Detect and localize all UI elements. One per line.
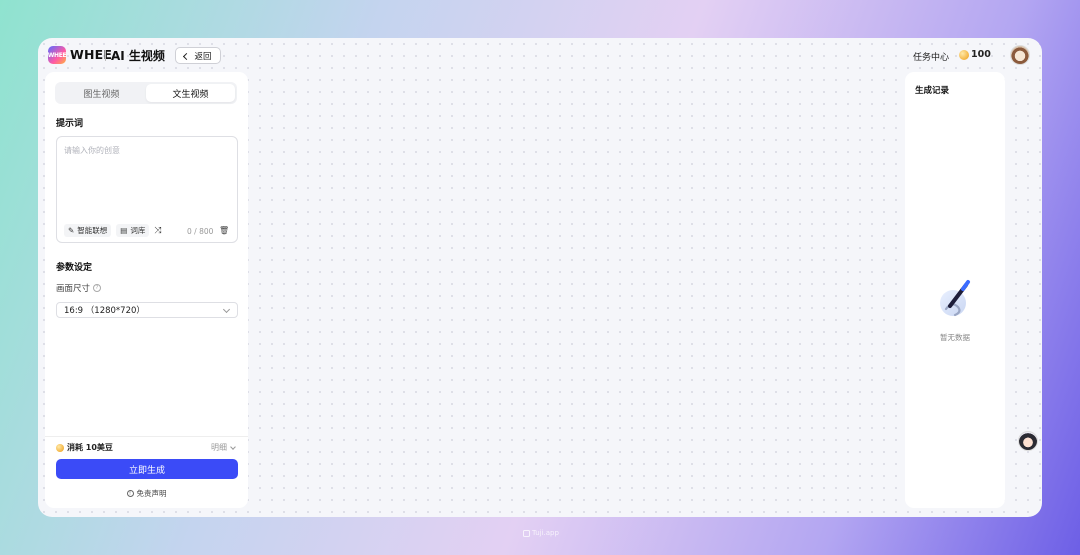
empty-state-text: 暂无数据 [940, 333, 970, 342]
history-panel: 生成记录 暂无数据 [905, 72, 1005, 508]
prompt-tools: ✎ 智能联想 ▤ 词库 ⤨ [64, 224, 162, 237]
beans-balance[interactable]: 100 [959, 49, 991, 60]
book-icon: ▤ [120, 226, 128, 235]
size-label-row: 画面尺寸 ? [56, 282, 102, 294]
info-icon: ! [126, 490, 134, 497]
lexicon-label: 词库 [130, 226, 146, 235]
history-title: 生成记录 [915, 86, 950, 96]
user-avatar[interactable] [1010, 45, 1030, 65]
disclaimer-link[interactable]: ! 免责声明 [45, 488, 248, 499]
shuffle-icon[interactable]: ⤨ [154, 226, 161, 236]
coin-icon [56, 443, 64, 452]
lexicon-button[interactable]: ▤ 词库 [116, 224, 150, 237]
tab-image-to-video[interactable]: 图生视频 [57, 84, 146, 102]
size-label: 画面尺寸 [56, 284, 91, 294]
settings-panel: 图生视频 文生视频 提示词 请输入你的创意 ✎ 智能联想 ▤ 词库 ⤨ 0 / … [45, 72, 248, 508]
smart-assoc-label: 智能联想 [77, 226, 108, 235]
disclaimer-label: 免责声明 [136, 489, 167, 498]
prompt-section-title: 提示词 [56, 119, 84, 129]
cost-info: 消耗 10美豆 [56, 442, 113, 453]
cost-text: 消耗 10美豆 [67, 443, 113, 452]
pen-icon [940, 280, 970, 317]
char-counter: 0 / 800 [187, 227, 214, 236]
smart-assoc-button[interactable]: ✎ 智能联想 [64, 224, 112, 237]
chevron-down-icon [222, 305, 231, 314]
detail-label: 明细 [211, 443, 227, 452]
help-icon[interactable]: ? [93, 284, 102, 292]
watermark: Tuji.app [523, 529, 559, 537]
page-title: AI 生视频 [111, 49, 165, 63]
generate-button[interactable]: 立即生成 [56, 459, 238, 479]
params-section-title: 参数设定 [56, 263, 93, 273]
task-center-link[interactable]: 任务中心 [913, 50, 949, 63]
watermark-text: Tuji.app [532, 529, 559, 537]
title-divider [105, 50, 106, 61]
beans-count: 100 [971, 49, 991, 60]
whee-logo-icon[interactable]: WHEE [48, 46, 67, 64]
watermark-icon [523, 529, 530, 537]
app-window: WHEE WHEE AI 生视频 返回 任务中心 100 图生视频 文生视频 提… [38, 38, 1042, 517]
chevron-down-icon [230, 443, 236, 450]
lightbulb-icon: ✎ [68, 226, 75, 235]
coin-icon [959, 49, 969, 60]
chevron-left-icon [183, 52, 191, 60]
prompt-input[interactable]: 请输入你的创意 ✎ 智能联想 ▤ 词库 ⤨ 0 / 800 🗑 [56, 136, 238, 243]
top-bar: WHEE WHEE AI 生视频 返回 任务中心 100 [38, 38, 1042, 72]
trash-icon[interactable]: 🗑 [219, 226, 229, 235]
tab-text-to-video[interactable]: 文生视频 [146, 84, 235, 102]
back-button[interactable]: 返回 [175, 47, 221, 64]
mode-tabs: 图生视频 文生视频 [55, 82, 237, 104]
detail-link[interactable]: 明细 [211, 442, 236, 453]
prompt-placeholder: 请输入你的创意 [64, 146, 120, 155]
assistant-avatar[interactable] [1018, 431, 1038, 451]
size-select[interactable]: 16:9 （1280*720） [56, 302, 238, 318]
size-value: 16:9 （1280*720） [64, 306, 145, 316]
footer-divider [45, 436, 248, 437]
back-label: 返回 [194, 51, 212, 62]
